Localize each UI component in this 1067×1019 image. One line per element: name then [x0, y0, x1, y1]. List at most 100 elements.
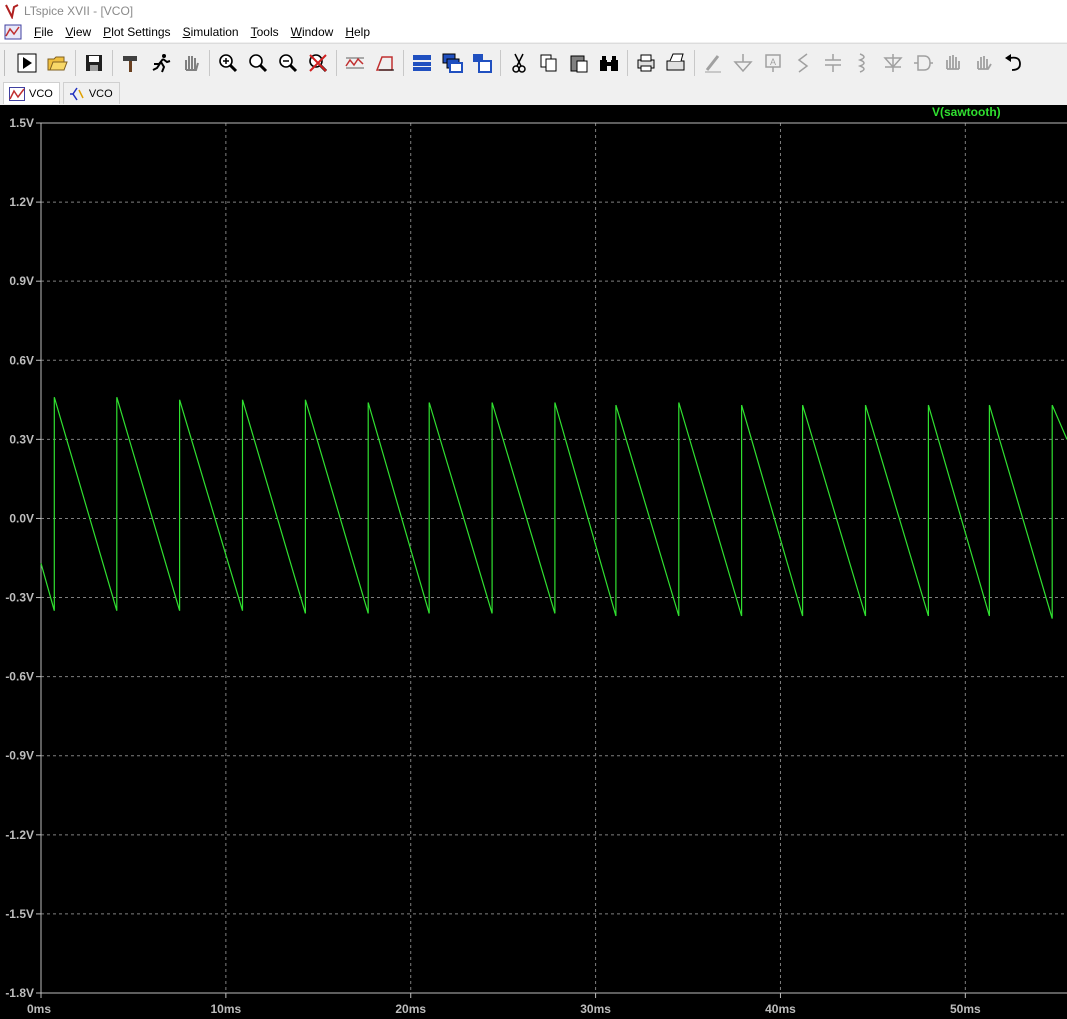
- y-tick-label: -0.9V: [5, 749, 34, 763]
- cut-button[interactable]: [506, 49, 532, 77]
- menu-window[interactable]: Window: [285, 25, 340, 39]
- tile-vertical-button[interactable]: [469, 49, 495, 77]
- mark-cursor-button[interactable]: [372, 49, 398, 77]
- x-tick-label: 10ms: [211, 1002, 242, 1016]
- drag-hand-icon: [977, 55, 992, 70]
- y-tick-label: 0.0V: [9, 511, 34, 525]
- control-panel-button[interactable]: [118, 49, 144, 77]
- toolbar-separator: [500, 49, 501, 76]
- zoom-area-button[interactable]: [245, 49, 271, 77]
- y-tick-label: 1.5V: [9, 116, 34, 130]
- paste-icon: [570, 55, 588, 72]
- undo-button[interactable]: [1000, 49, 1026, 77]
- capacitor-button[interactable]: [820, 49, 846, 77]
- scissors-icon: [512, 53, 526, 73]
- zoom-in-icon: [219, 53, 238, 72]
- tab-waveform-vco[interactable]: VCO: [3, 82, 60, 104]
- y-tick-label: 0.3V: [9, 432, 34, 446]
- save-button[interactable]: [81, 49, 107, 77]
- waveform-chart[interactable]: 1.5V 1.2V 0.9V 0.6V 0.3V 0.0V -0.3V -0.6V -0.9V -…: [0, 105, 1067, 1019]
- diode-button[interactable]: [880, 49, 906, 77]
- schematic-icon: [69, 87, 84, 100]
- y-tick-label: -1.8V: [5, 986, 34, 1000]
- tile-horizontal-icon: [413, 54, 431, 71]
- open-folder-icon: [47, 56, 68, 70]
- label-net-button[interactable]: A: [760, 49, 786, 77]
- draw-wire-button[interactable]: [700, 49, 726, 77]
- tile-vertical-icon: [473, 53, 492, 73]
- waveform-document-icon[interactable]: [4, 24, 22, 40]
- toolbar-separator: [627, 49, 628, 76]
- run-icon: [17, 53, 37, 72]
- trace-line-vsawtooth[interactable]: [40, 397, 1067, 619]
- waveform-plot-pane[interactable]: V(sawtooth) 1.5V 1.2V 0.9V 0.6V 0.3V 0.0V -0.3…: [0, 105, 1067, 1019]
- component-button[interactable]: [910, 49, 936, 77]
- zoom-out-button[interactable]: [275, 49, 301, 77]
- capacitor-icon: [825, 53, 841, 72]
- zoom-in-button[interactable]: [215, 49, 241, 77]
- run-button[interactable]: [14, 49, 40, 77]
- toolbar-separator: [112, 49, 113, 76]
- resistor-button[interactable]: [790, 49, 816, 77]
- menu-simulation[interactable]: Simulation: [177, 25, 245, 39]
- menu-plot-settings[interactable]: Plot Settings: [97, 25, 176, 39]
- ground-button[interactable]: [730, 49, 756, 77]
- zoom-fit-button[interactable]: [305, 49, 331, 77]
- running-man-icon: [152, 53, 171, 72]
- hammer-icon: [123, 55, 137, 72]
- toolbar-separator: [403, 49, 404, 76]
- document-tab-bar: VCO VCO: [0, 81, 1067, 104]
- magnifier-icon: [249, 53, 268, 72]
- cascade-button[interactable]: [439, 49, 465, 77]
- svg-text:A: A: [770, 57, 776, 67]
- y-tick-label: -0.3V: [5, 591, 34, 605]
- open-button[interactable]: [44, 49, 70, 77]
- inductor-icon: [857, 52, 865, 73]
- copy-icon: [540, 54, 557, 71]
- paste-button[interactable]: [566, 49, 592, 77]
- y-tick-label: 0.9V: [9, 274, 34, 288]
- menu-view[interactable]: View: [59, 25, 97, 39]
- ground-icon: [733, 53, 753, 72]
- copy-button[interactable]: [536, 49, 562, 77]
- binoculars-icon: [600, 55, 618, 71]
- drag-button[interactable]: [970, 49, 996, 77]
- toolbar-separator: [694, 49, 695, 76]
- inductor-button[interactable]: [850, 49, 876, 77]
- y-tick-label: -0.6V: [5, 670, 34, 684]
- tab-schematic-vco[interactable]: VCO: [62, 82, 120, 104]
- component-icon: [914, 54, 933, 71]
- pan-button[interactable]: [178, 49, 204, 77]
- tile-horizontal-button[interactable]: [409, 49, 435, 77]
- toolbar-grip[interactable]: [4, 49, 8, 76]
- autorange-button[interactable]: [342, 49, 368, 77]
- zoom-out-icon: [279, 53, 298, 72]
- y-tick-label: -1.2V: [5, 828, 34, 842]
- y-tick-label: 1.2V: [9, 195, 34, 209]
- move-button[interactable]: [940, 49, 966, 77]
- toolbar: A: [0, 43, 1067, 82]
- menu-help[interactable]: Help: [339, 25, 376, 39]
- tab-label: VCO: [29, 87, 53, 100]
- pencil-icon: [705, 54, 721, 72]
- tab-label: VCO: [88, 87, 113, 100]
- print-setup-button[interactable]: [663, 49, 689, 77]
- window-title: LTspice XVII - [VCO]: [24, 4, 134, 18]
- printer-icon: [637, 54, 655, 71]
- y-tick-label: -1.5V: [5, 907, 34, 921]
- menu-tools[interactable]: Tools: [245, 25, 285, 39]
- print-button[interactable]: [633, 49, 659, 77]
- x-tick-label: 0ms: [27, 1002, 51, 1016]
- x-tick-label: 20ms: [395, 1002, 426, 1016]
- find-button[interactable]: [596, 49, 622, 77]
- x-tick-label: 40ms: [765, 1002, 796, 1016]
- menu-file[interactable]: File: [28, 25, 59, 39]
- toolbar-separator: [209, 49, 210, 76]
- toolbar-separator: [336, 49, 337, 76]
- halt-button[interactable]: [148, 49, 174, 77]
- waveform-icon: [9, 86, 25, 101]
- undo-icon: [1005, 53, 1021, 71]
- move-hand-icon: [946, 54, 960, 70]
- autorange-icon: [345, 57, 364, 68]
- save-icon: [86, 54, 102, 71]
